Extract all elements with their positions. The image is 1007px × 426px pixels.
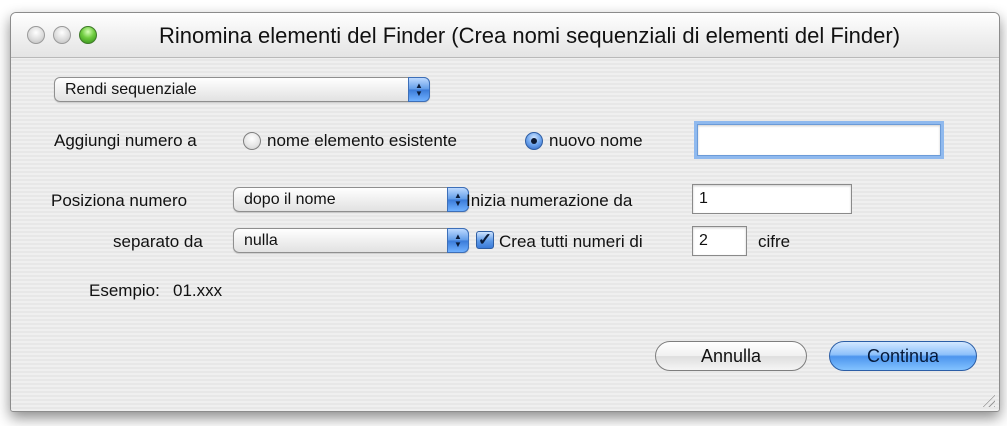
all-digits-checkbox[interactable]: ✓ — [476, 231, 494, 249]
zoom-button[interactable] — [79, 26, 97, 44]
separator-popup-value: nulla — [244, 232, 278, 249]
position-popup[interactable]: dopo il nome ▲ ▼ — [233, 187, 469, 212]
digits-input[interactable] — [692, 226, 747, 256]
start-numbering-label: Inizia numerazione da — [466, 191, 633, 210]
mode-popup[interactable]: Rendi sequenziale ▲ ▼ — [54, 77, 430, 102]
separator-label: separato da — [113, 232, 203, 251]
all-digits-label[interactable]: Crea tutti numeri di — [499, 232, 643, 252]
title-bar[interactable]: Rinomina elementi del Finder (Crea nomi … — [11, 13, 999, 58]
digits-suffix-label: cifre — [758, 232, 791, 251]
radio-new-name[interactable] — [525, 132, 543, 150]
example-value: 01.xxx — [173, 281, 223, 300]
mode-popup-value: Rendi sequenziale — [65, 81, 197, 98]
start-number-input[interactable] — [692, 184, 852, 214]
radio-new-name-label[interactable]: nuovo nome — [549, 131, 643, 151]
close-button[interactable] — [27, 26, 45, 44]
rename-finder-items-window: Rinomina elementi del Finder (Crea nomi … — [10, 12, 1000, 412]
position-popup-value: dopo il nome — [244, 191, 336, 208]
radio-existing-name-label[interactable]: nome elemento esistente — [267, 131, 457, 151]
minimize-button[interactable] — [53, 26, 71, 44]
popup-arrows-icon: ▲ ▼ — [447, 228, 469, 253]
window-title: Rinomina elementi del Finder (Crea nomi … — [159, 23, 901, 48]
new-name-input[interactable] — [697, 124, 941, 156]
add-number-label: Aggiungi numero a — [54, 131, 197, 150]
separator-popup[interactable]: nulla ▲ ▼ — [233, 228, 469, 253]
cancel-button[interactable]: Annulla — [655, 341, 807, 371]
example-label: Esempio: — [89, 281, 160, 300]
resize-grip-icon[interactable] — [981, 393, 995, 407]
radio-existing-name[interactable] — [243, 132, 261, 150]
continue-button[interactable]: Continua — [829, 341, 977, 371]
popup-arrows-icon: ▲ ▼ — [408, 77, 430, 102]
position-number-label: Posiziona numero — [51, 191, 188, 210]
